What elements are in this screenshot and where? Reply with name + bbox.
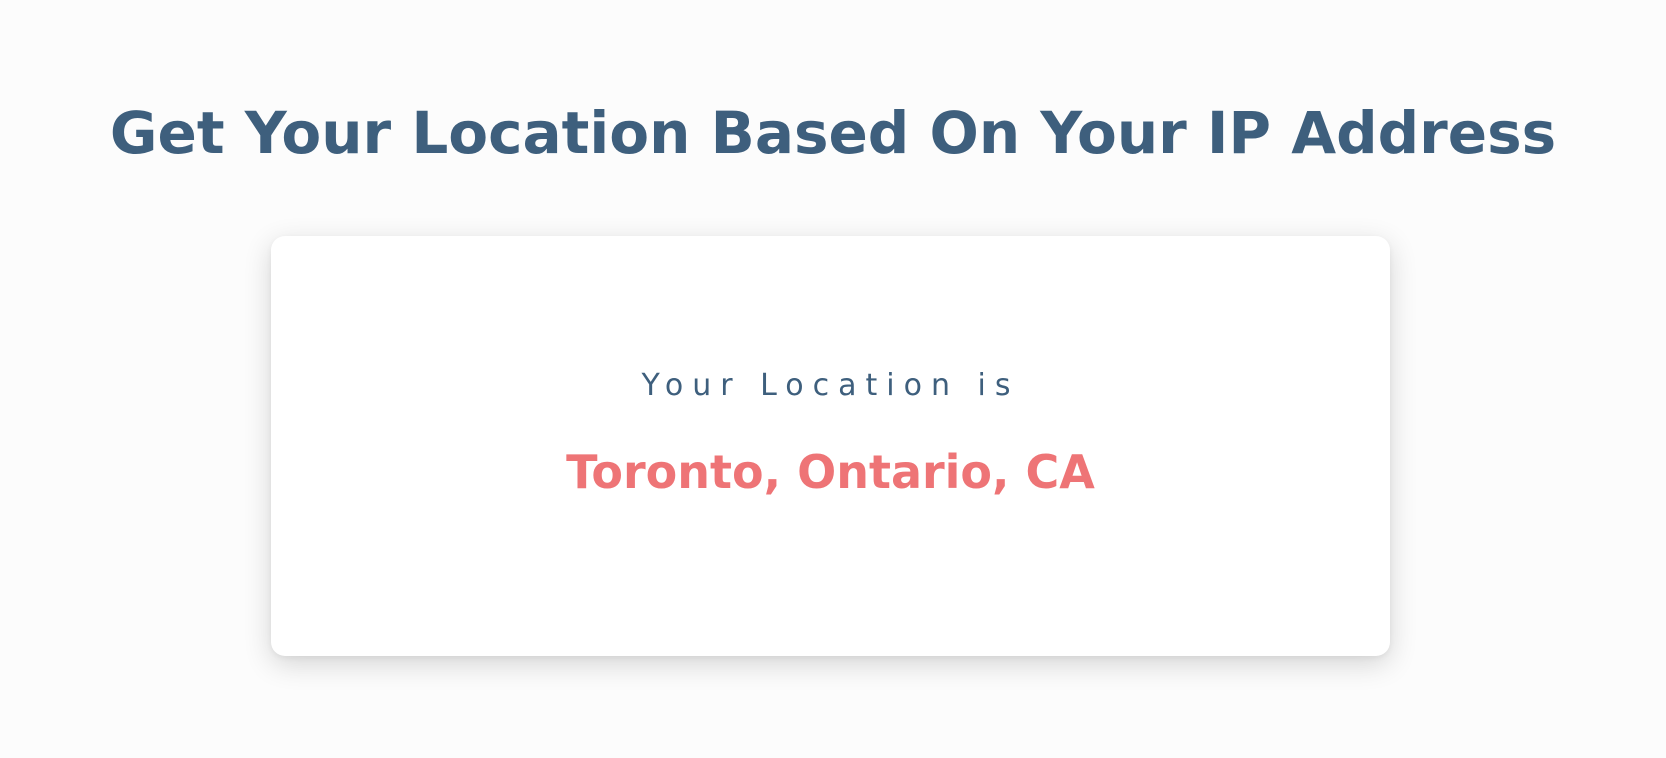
location-value: Toronto, Ontario, CA: [566, 445, 1095, 499]
location-card: Your Location is Toronto, Ontario, CA: [271, 236, 1390, 656]
location-label: Your Location is: [641, 368, 1020, 403]
page-title: Get Your Location Based On Your IP Addre…: [109, 99, 1557, 167]
